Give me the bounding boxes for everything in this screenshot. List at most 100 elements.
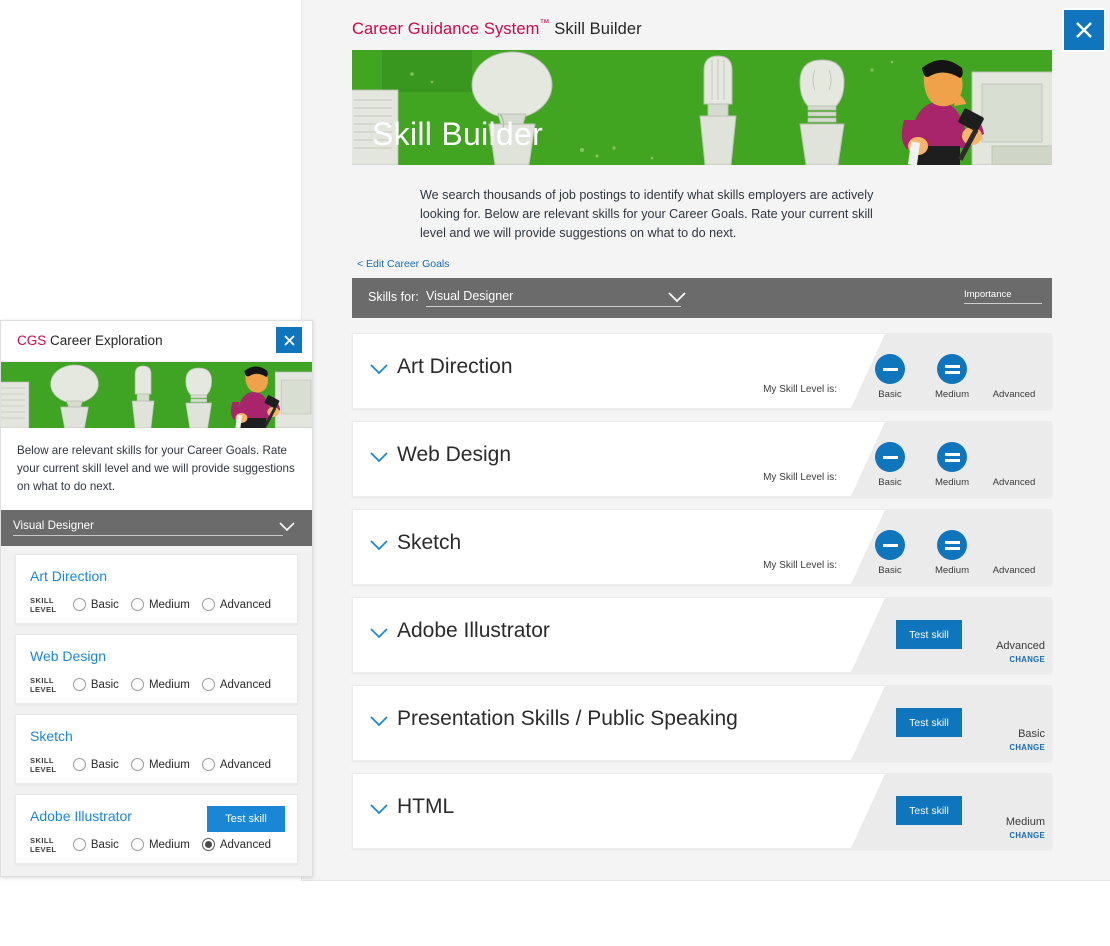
level-label: Basic bbox=[878, 389, 902, 400]
skill-level-option-advanced[interactable]: Advanced bbox=[983, 354, 1045, 400]
test-skill-button[interactable]: Test skill bbox=[896, 796, 962, 825]
skill-level-caption: SKILL LEVEL bbox=[30, 595, 57, 614]
skill-row: Presentation Skills / Public Speaking Tes… bbox=[352, 685, 1052, 761]
page-title: Career Guidance System™ Skill Builder bbox=[352, 18, 642, 39]
skill-level-option-advanced[interactable]: Advanced bbox=[983, 530, 1045, 576]
skills-for-label: Skills for: bbox=[368, 290, 419, 304]
radio-label: Advanced bbox=[219, 758, 271, 771]
level-label: Medium bbox=[934, 389, 970, 400]
skill-result: Medium CHANGE bbox=[975, 812, 1045, 840]
test-skill-button[interactable]: Test skill bbox=[896, 620, 962, 649]
skill-row: Web Design My Skill Level is: Basic Medium A… bbox=[352, 421, 1052, 497]
radio-label: Medium bbox=[148, 758, 190, 771]
side-hero-banner bbox=[1, 362, 312, 428]
radio-basic-icon bbox=[72, 838, 86, 852]
radio-option-advanced[interactable]: Advanced bbox=[201, 678, 271, 692]
skill-level-caption: SKILL LEVEL bbox=[30, 675, 57, 694]
level-label: Medium bbox=[934, 565, 970, 576]
radio-option-basic[interactable]: Basic bbox=[72, 598, 119, 612]
radio-advanced-icon bbox=[201, 598, 215, 612]
skill-level-radio-group: SKILL LEVEL Basic Medium Advanced bbox=[30, 596, 283, 614]
radio-option-medium[interactable]: Medium bbox=[130, 758, 190, 772]
side-career-goal-select[interactable]: Visual Designer bbox=[13, 519, 283, 536]
skill-level-selector: Basic Medium Advanced bbox=[859, 354, 1045, 400]
change-skill-link[interactable]: CHANGE bbox=[975, 743, 1045, 752]
edit-career-goals-link[interactable]: < Edit Career Goals bbox=[357, 258, 450, 270]
radio-option-advanced[interactable]: Advanced bbox=[201, 838, 271, 852]
chevron-down-icon[interactable] bbox=[369, 451, 389, 464]
radio-advanced-icon bbox=[201, 678, 215, 692]
chevron-down-icon[interactable] bbox=[369, 627, 389, 640]
skill-level-radio-group: SKILL LEVEL Basic Medium Advanced bbox=[30, 676, 283, 694]
close-icon bbox=[1076, 22, 1092, 38]
level-label: Basic bbox=[878, 477, 902, 488]
chevron-down-icon[interactable] bbox=[369, 363, 389, 376]
skills-for-bar: Skills for: Visual Designer Importance bbox=[352, 278, 1052, 318]
side-panel-title: CGS Career Exploration bbox=[17, 333, 163, 348]
radio-advanced-icon bbox=[201, 838, 215, 852]
side-hero-illustration bbox=[1, 362, 312, 428]
skill-level-option-advanced[interactable]: Advanced bbox=[983, 442, 1045, 488]
side-title-brand: CGS bbox=[17, 333, 47, 348]
page-title-brand: Career Guidance System bbox=[352, 20, 540, 38]
chevron-down-icon[interactable] bbox=[369, 539, 389, 552]
side-close-button[interactable] bbox=[276, 327, 302, 353]
radio-option-basic[interactable]: Basic bbox=[72, 758, 119, 772]
side-test-skill-button[interactable]: Test skill bbox=[207, 805, 285, 832]
radio-option-advanced[interactable]: Advanced bbox=[201, 758, 271, 772]
chevron-down-icon[interactable] bbox=[369, 715, 389, 728]
radio-basic-icon bbox=[72, 758, 86, 772]
radio-option-medium[interactable]: Medium bbox=[130, 838, 190, 852]
radio-label: Basic bbox=[90, 758, 119, 771]
chevron-down-icon[interactable] bbox=[369, 803, 389, 816]
close-button[interactable] bbox=[1062, 8, 1106, 52]
chevron-down-icon[interactable] bbox=[667, 291, 687, 304]
level-advanced-icon bbox=[999, 530, 1029, 560]
chevron-down-icon[interactable] bbox=[278, 521, 296, 532]
skill-level-option-medium[interactable]: Medium bbox=[921, 442, 983, 488]
skill-level-caption: SKILL LEVEL bbox=[30, 835, 57, 854]
radio-option-advanced[interactable]: Advanced bbox=[201, 598, 271, 612]
radio-label: Basic bbox=[90, 598, 119, 611]
change-skill-link[interactable]: CHANGE bbox=[975, 655, 1045, 664]
skill-rows-list: Art Direction My Skill Level is: Basic Medi… bbox=[352, 333, 1052, 861]
skill-level-option-basic[interactable]: Basic bbox=[859, 530, 921, 576]
skill-level-selector: Basic Medium Advanced bbox=[859, 530, 1045, 576]
hero-title: Skill Builder bbox=[372, 116, 544, 152]
side-skill-cards-list: Art Direction SKILL LEVEL Basic Medium Advan… bbox=[1, 546, 312, 864]
skill-result: Advanced CHANGE bbox=[975, 636, 1045, 664]
level-label: Advanced bbox=[992, 389, 1036, 400]
skill-builder-panel: Career Guidance System™ Skill Builder Sk… bbox=[302, 0, 1110, 880]
skill-level-option-basic[interactable]: Basic bbox=[859, 354, 921, 400]
level-label: Advanced bbox=[992, 477, 1036, 488]
trademark-symbol: ™ bbox=[539, 18, 550, 29]
level-basic-icon bbox=[875, 530, 905, 560]
level-advanced-icon bbox=[999, 354, 1029, 384]
radio-option-basic[interactable]: Basic bbox=[72, 678, 119, 692]
radio-label: Medium bbox=[148, 678, 190, 691]
skill-level-option-medium[interactable]: Medium bbox=[921, 354, 983, 400]
radio-option-medium[interactable]: Medium bbox=[130, 678, 190, 692]
skill-row: Sketch My Skill Level is: Basic Medium Advan… bbox=[352, 509, 1052, 585]
page-title-suffix: Skill Builder bbox=[549, 20, 642, 38]
career-goal-select[interactable]: Visual Designer bbox=[426, 289, 681, 307]
radio-option-basic[interactable]: Basic bbox=[72, 838, 119, 852]
radio-medium-icon bbox=[130, 678, 144, 692]
radio-label: Basic bbox=[90, 838, 119, 851]
skill-result-level: Advanced bbox=[996, 640, 1045, 652]
skill-name: Art Direction bbox=[397, 355, 513, 378]
radio-option-medium[interactable]: Medium bbox=[130, 598, 190, 612]
side-skill-card: Sketch SKILL LEVEL Basic Medium Advanced bbox=[15, 713, 298, 784]
side-skill-name: Art Direction bbox=[30, 567, 108, 584]
skill-level-option-basic[interactable]: Basic bbox=[859, 442, 921, 488]
test-skill-button[interactable]: Test skill bbox=[896, 708, 962, 737]
radio-label: Medium bbox=[148, 838, 190, 851]
skill-level-option-medium[interactable]: Medium bbox=[921, 530, 983, 576]
my-skill-level-label: My Skill Level is: bbox=[763, 472, 837, 483]
change-skill-link[interactable]: CHANGE bbox=[975, 831, 1045, 840]
skill-level-selector: Basic Medium Advanced bbox=[859, 442, 1045, 488]
radio-label: Basic bbox=[90, 678, 119, 691]
skill-name: Sketch bbox=[397, 531, 462, 554]
side-skill-card: Web Design SKILL LEVEL Basic Medium Advanced bbox=[15, 633, 298, 704]
skill-name: Presentation Skills / Public Speaking bbox=[397, 707, 738, 730]
